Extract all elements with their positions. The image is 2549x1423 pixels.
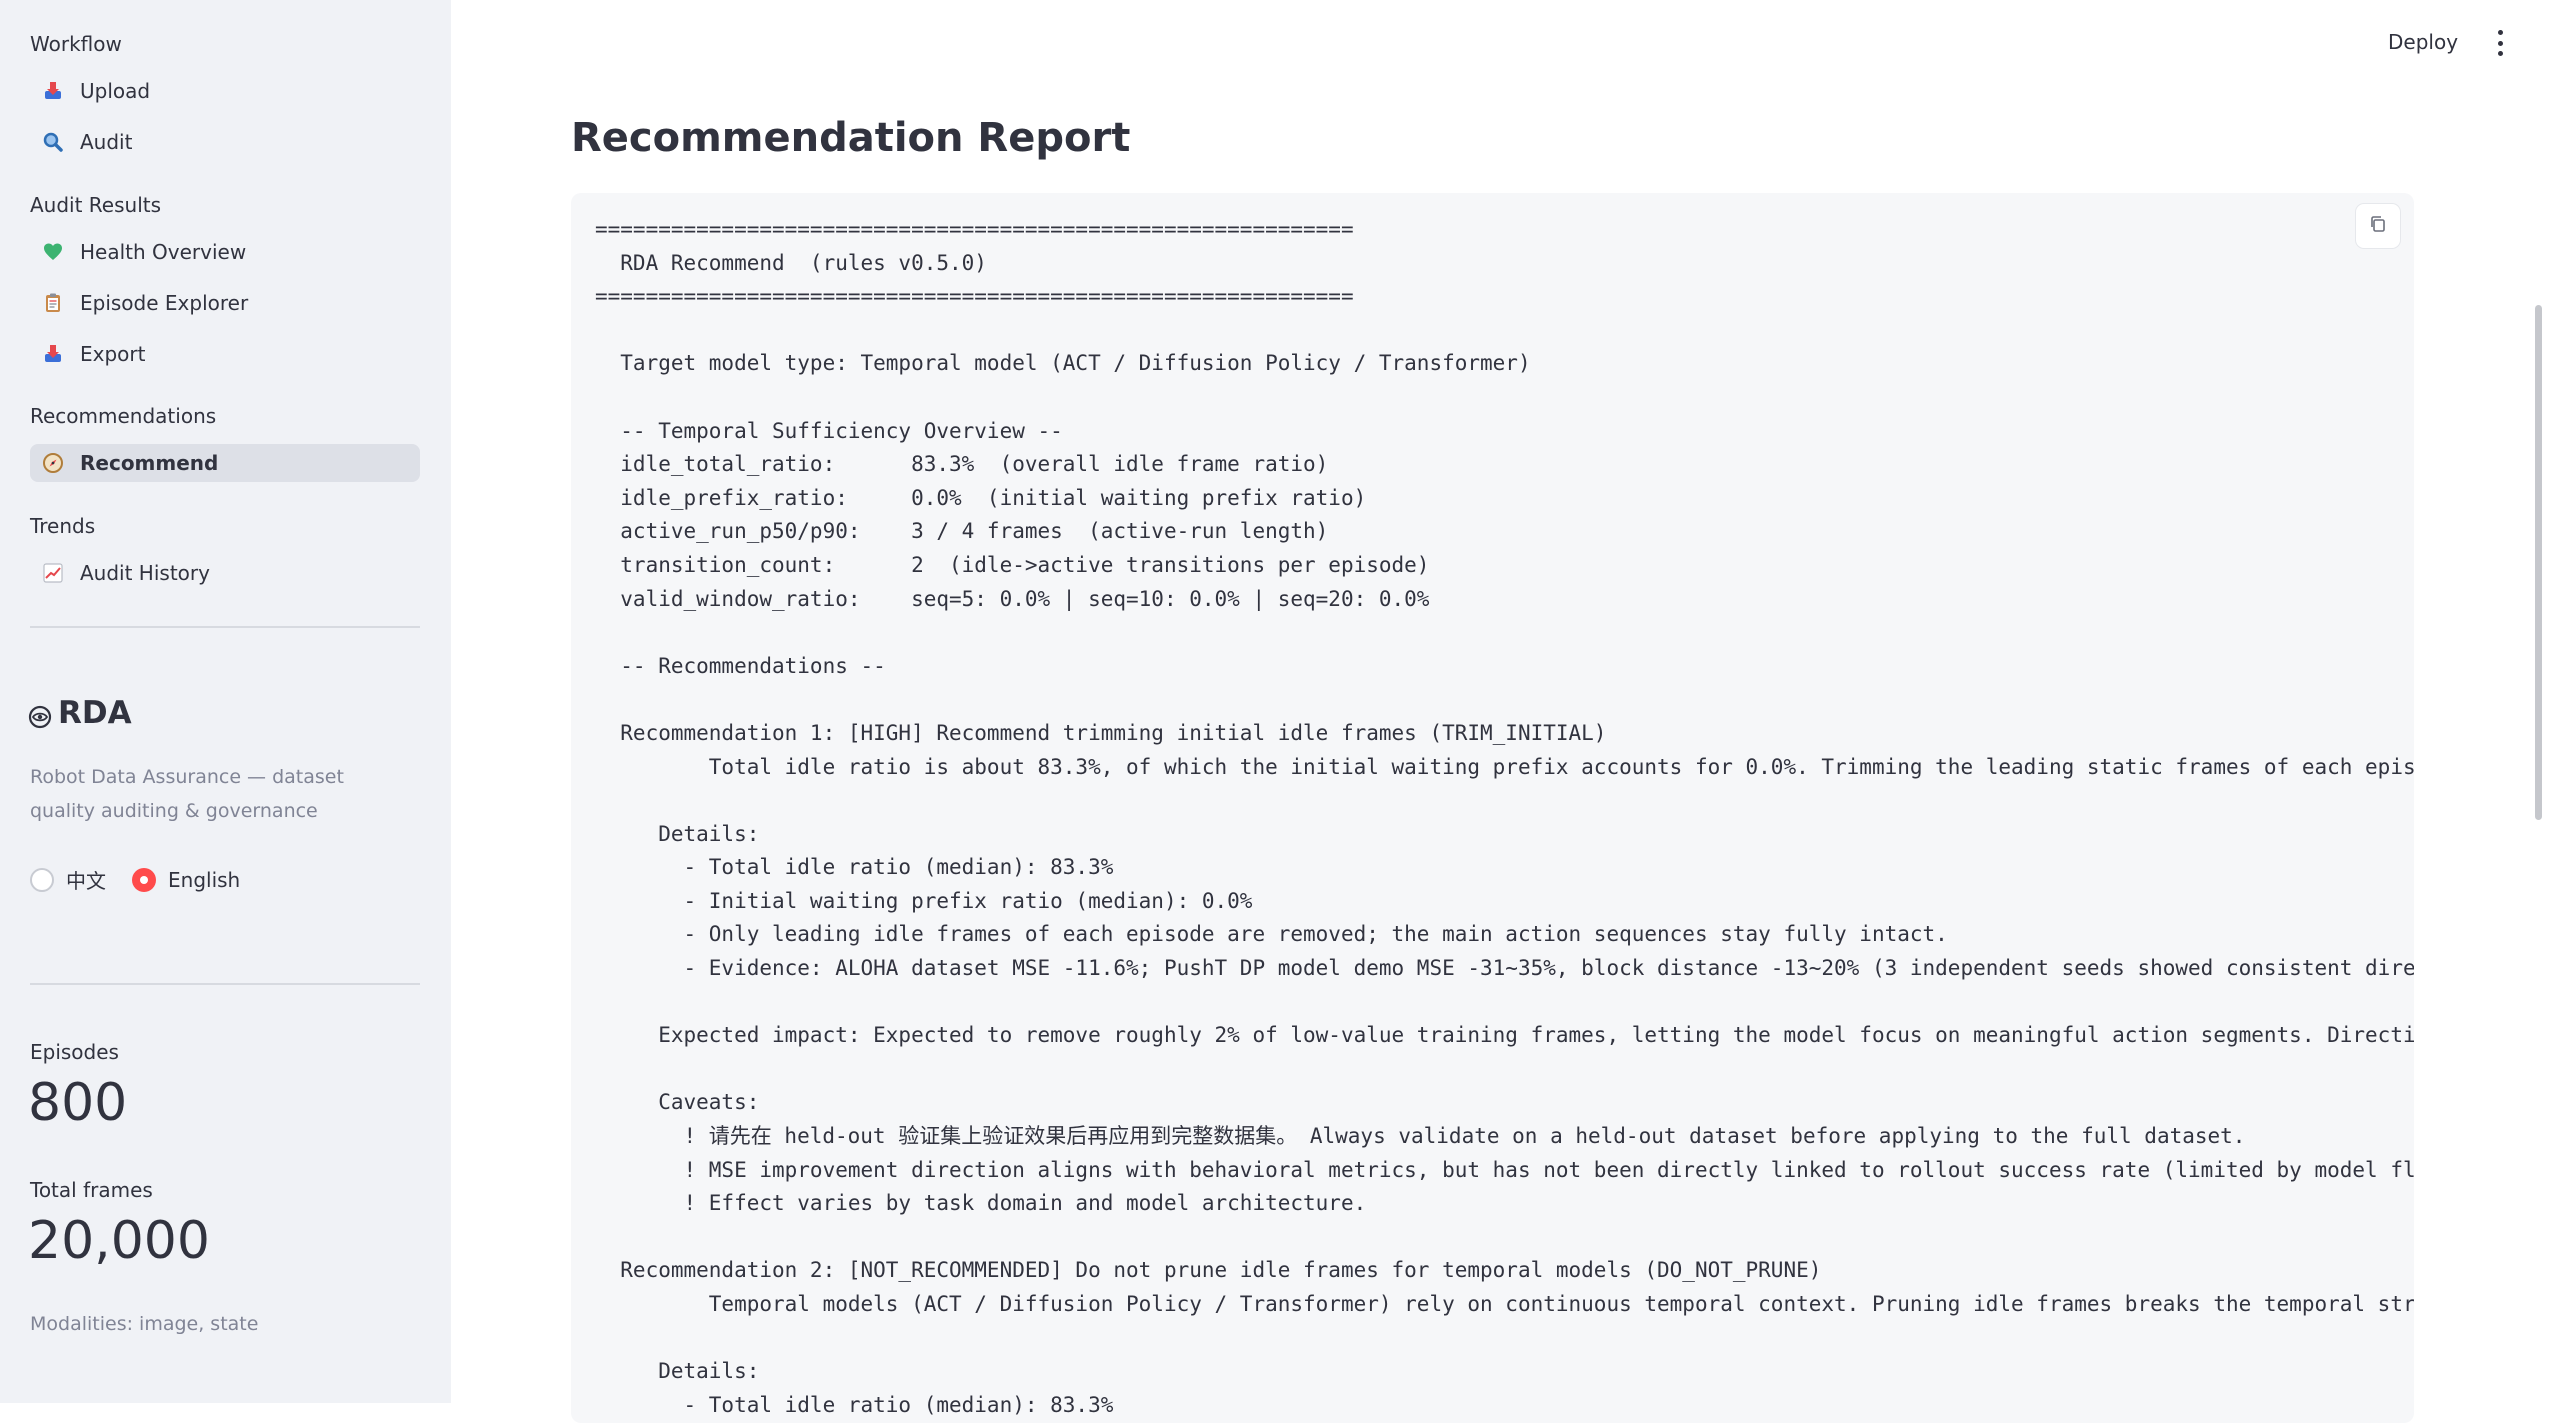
report-line: -- Recommendations -- — [595, 653, 886, 678]
report-line — [595, 1221, 2414, 1255]
compass-icon — [42, 452, 64, 474]
report-line: Details: — [595, 1359, 760, 1384]
page-title: Recommendation Report — [571, 115, 1131, 161]
section-title-audit-results: Audit Results — [30, 193, 162, 217]
report-line: Details: — [595, 821, 760, 846]
metric-episodes-label: Episodes — [30, 1040, 119, 1064]
report-line: transition_count: 2 (idle->active transi… — [595, 552, 1430, 577]
report-text: ========================================… — [595, 213, 2414, 1422]
radio-zh[interactable] — [30, 867, 54, 892]
eye-icon — [28, 701, 52, 729]
magnifier-icon — [42, 131, 64, 153]
sidebar-item-health-overview[interactable]: Health Overview — [30, 233, 420, 271]
vertical-ellipsis-icon[interactable] — [2490, 30, 2510, 56]
green-heart-icon — [42, 241, 64, 263]
sidebar-item-audit[interactable]: Audit — [30, 123, 420, 161]
clipboard-icon — [42, 292, 64, 314]
brand-name: RDA — [58, 695, 132, 731]
sidebar-item-label: Export — [80, 342, 146, 366]
section-title-workflow: Workflow — [30, 32, 122, 56]
sidebar-item-episode-explorer[interactable]: Episode Explorer — [30, 284, 420, 322]
report-line: valid_window_ratio: seq=5: 0.0% | seq=10… — [595, 586, 1430, 611]
chart-increasing-icon — [42, 562, 64, 584]
report-line — [595, 314, 2414, 348]
sidebar-item-export[interactable]: Export — [30, 335, 420, 373]
report-line: Recommendation 2: [NOT_RECOMMENDED] Do n… — [595, 1258, 1822, 1283]
brand: RDA — [28, 695, 132, 731]
report-line: Recommendation 1: [HIGH] Recommend trimm… — [595, 720, 1607, 745]
language-option-label: English — [168, 867, 241, 892]
page-scrollbar[interactable] — [2535, 305, 2542, 820]
report-line: - Total idle ratio (median): 83.3% — [595, 855, 1114, 880]
report-line: - Total idle ratio (median): 83.3% — [595, 1392, 1114, 1417]
report-line — [595, 1322, 2414, 1356]
report-line: idle_prefix_ratio: 0.0% (initial waiting… — [595, 485, 1367, 510]
report-line: Caveats: — [595, 1090, 760, 1115]
report-line — [595, 986, 2414, 1020]
language-option-en[interactable]: English — [132, 867, 241, 892]
report-line: ========================================… — [595, 217, 1354, 241]
report-line: ! MSE improvement direction aligns with … — [595, 1157, 2415, 1182]
report-line: Expected impact: Expected to remove roug… — [595, 1023, 2414, 1048]
report-line — [595, 784, 2414, 818]
report-line: RDA Recommend (rules v0.5.0) — [595, 250, 987, 275]
inbox-tray-icon — [42, 343, 64, 365]
sidebar-item-upload[interactable]: Upload — [30, 72, 420, 110]
sidebar-item-audit-history[interactable]: Audit History — [30, 554, 420, 592]
report-line — [595, 381, 2414, 415]
report-line: Target model type: Temporal model (ACT /… — [595, 351, 1531, 376]
report-line: ! 请先在 held-out 验证集上验证效果后再应用到完整数据集。 Alway… — [595, 1124, 2246, 1149]
sidebar-divider — [30, 983, 420, 985]
report-line: ========================================… — [595, 284, 1354, 309]
sidebar-item-label: Upload — [80, 79, 151, 103]
sidebar-item-label: Recommend — [80, 451, 219, 475]
sidebar-item-recommend[interactable]: Recommend — [30, 444, 420, 482]
copy-icon — [2368, 214, 2388, 238]
report-line — [595, 1053, 2414, 1087]
report-line: active_run_p50/p90: 3 / 4 frames (active… — [595, 519, 1329, 544]
report-line: idle_total_ratio: 83.3% (overall idle fr… — [595, 452, 1329, 477]
report-line: - Only leading idle frames of each episo… — [595, 922, 1948, 947]
language-option-zh[interactable]: 中文 — [30, 865, 106, 894]
sidebar: Workflow Upload Audit Audit Results Heal… — [0, 0, 451, 1403]
radio-en[interactable] — [132, 867, 156, 892]
report-line — [595, 683, 2414, 717]
tagline: Robot Data Assurance — dataset quality a… — [30, 766, 344, 822]
report-line: - Evidence: ALOHA dataset MSE -11.6%; Pu… — [595, 956, 2415, 981]
metric-frames-label: Total frames — [30, 1178, 153, 1202]
report-line: ! Effect varies by task domain and model… — [595, 1191, 1367, 1216]
sidebar-divider — [30, 626, 420, 628]
report-code-block: ========================================… — [571, 193, 2414, 1423]
report-line: - Initial waiting prefix ratio (median):… — [595, 888, 1253, 913]
report-line: -- Temporal Sufficiency Overview -- — [595, 418, 1063, 443]
section-title-trends: Trends — [30, 514, 96, 538]
sidebar-item-label: Episode Explorer — [80, 291, 249, 315]
copy-button[interactable] — [2356, 204, 2400, 248]
deploy-button[interactable]: Deploy — [2388, 30, 2458, 54]
sidebar-item-label: Audit History — [80, 561, 210, 585]
modalities-caption: Modalities: image, state — [30, 1313, 259, 1335]
report-line: Total idle ratio is about 83.3%, of whic… — [595, 754, 2414, 779]
sidebar-item-label: Health Overview — [80, 240, 247, 264]
report-line: Temporal models (ACT / Diffusion Policy … — [595, 1292, 2414, 1316]
inbox-tray-icon — [42, 80, 64, 102]
language-option-label: 中文 — [66, 869, 106, 893]
metric-frames-value: 20,000 — [28, 1211, 210, 1271]
report-line — [595, 616, 2414, 650]
metric-episodes-value: 800 — [28, 1073, 128, 1133]
sidebar-item-label: Audit — [80, 130, 133, 154]
section-title-recommendations: Recommendations — [30, 404, 217, 428]
language-selector: 中文 English — [30, 865, 266, 894]
